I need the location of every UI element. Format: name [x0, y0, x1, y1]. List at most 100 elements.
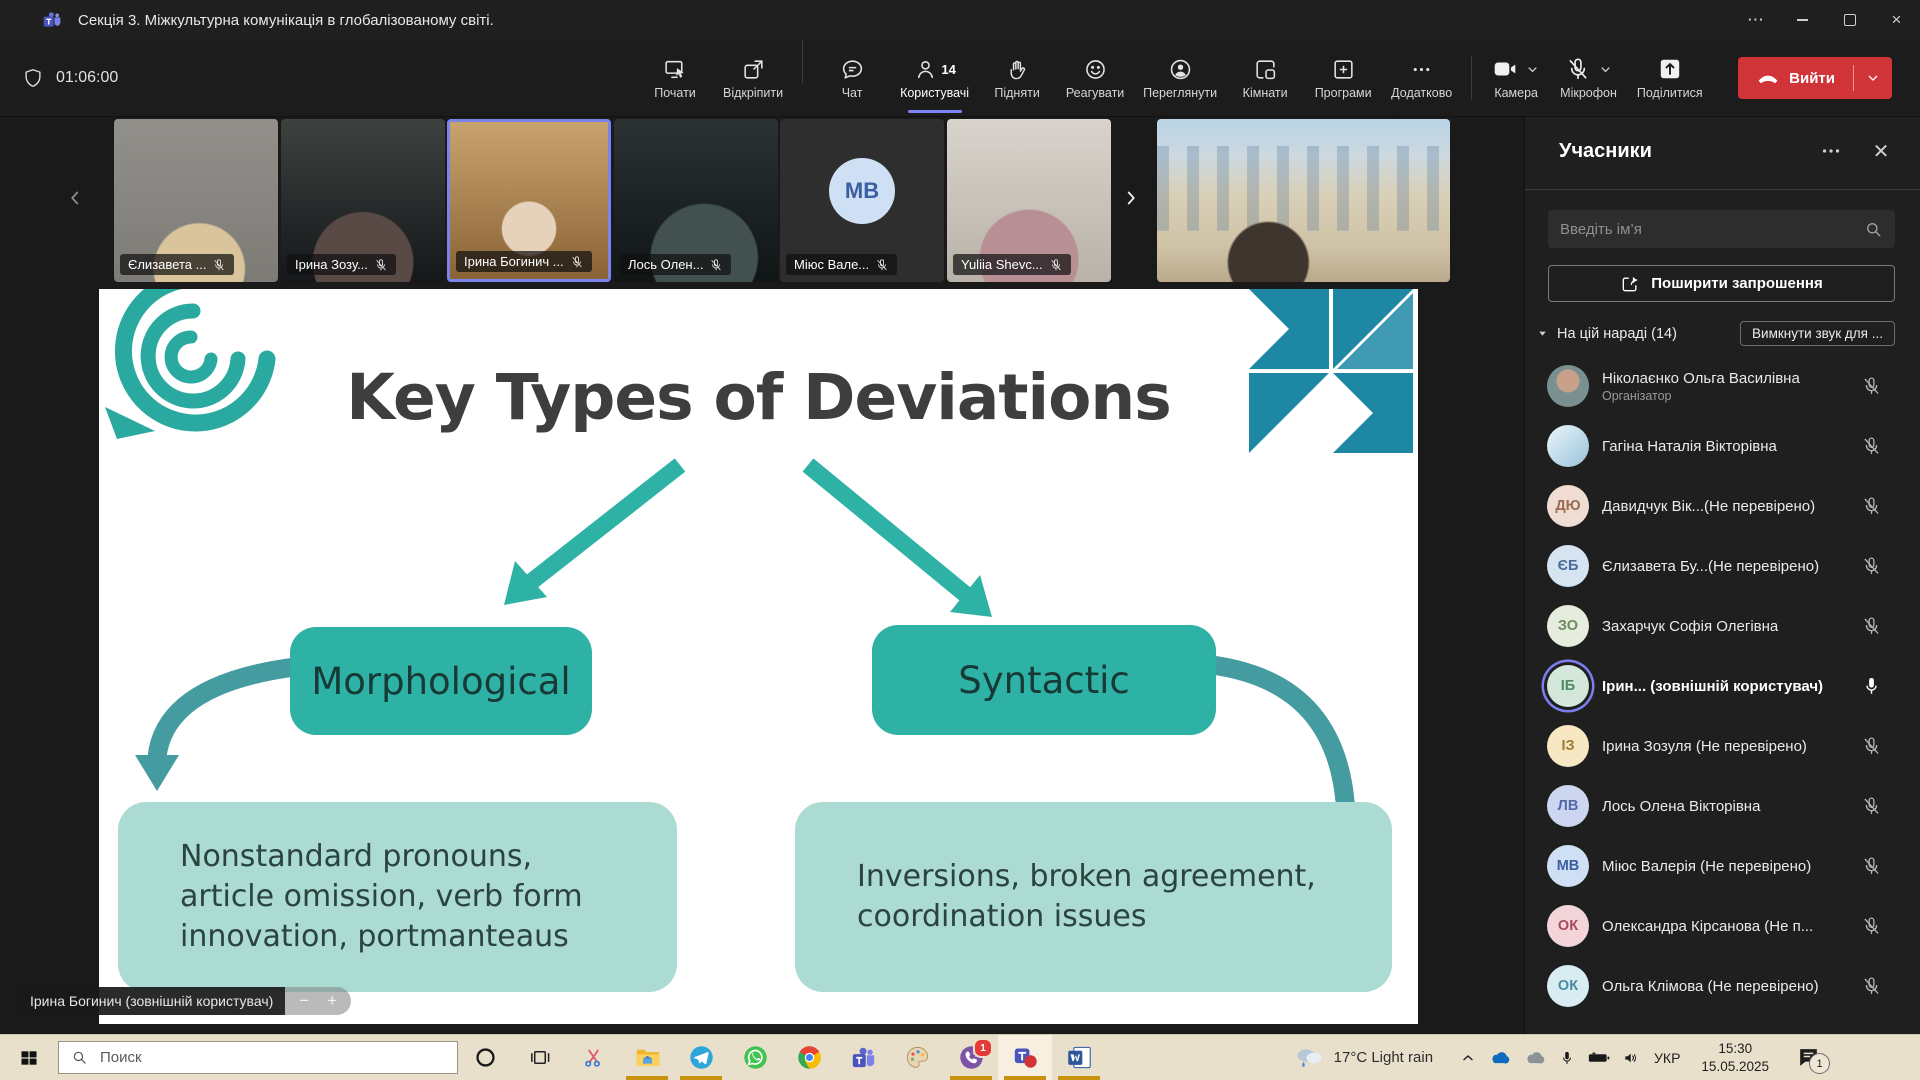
- share-invite-button[interactable]: Поширити запрошення: [1548, 265, 1895, 302]
- mic-muted-icon[interactable]: [1861, 856, 1882, 877]
- mic-active-icon[interactable]: [1861, 676, 1882, 697]
- leave-options-chevron[interactable]: [1854, 70, 1892, 86]
- participants-search-input[interactable]: [1548, 221, 1864, 238]
- participant-row[interactable]: ЛВЛось Олена Вікторівна: [1525, 776, 1920, 836]
- toolbar-button-label: Програми: [1315, 86, 1372, 100]
- toolbar-button-start[interactable]: Почати: [636, 40, 714, 116]
- battery-icon[interactable]: [1588, 1049, 1610, 1067]
- start-button[interactable]: [0, 1035, 58, 1080]
- video-tile-1[interactable]: Єлизавета ...: [114, 119, 278, 282]
- toolbar-button-label: Кімнати: [1243, 86, 1288, 100]
- taskview-button[interactable]: [512, 1035, 566, 1080]
- window-close-button[interactable]: ×: [1873, 0, 1920, 40]
- participant-row[interactable]: ІБІрин... (зовнішній користувач): [1525, 656, 1920, 716]
- toolbar-button-rooms[interactable]: Кімнати: [1226, 40, 1304, 116]
- mic-muted-icon[interactable]: [1861, 796, 1882, 817]
- taskbar-search-input[interactable]: [98, 1048, 457, 1067]
- share-button[interactable]: Поділитися: [1627, 56, 1713, 100]
- window-more-button[interactable]: ⋯: [1732, 0, 1779, 40]
- volume-icon[interactable]: [1623, 1050, 1639, 1066]
- participants-more-button[interactable]: [1818, 138, 1844, 164]
- participants-panel: Учасники ✕ Поширити запрошення На цій на…: [1524, 116, 1920, 1035]
- hidden-icons-chevron[interactable]: [1460, 1050, 1476, 1066]
- mic-button[interactable]: Мікрофон: [1550, 56, 1627, 100]
- present-icon: [663, 57, 688, 82]
- window-maximize-button[interactable]: [1826, 0, 1873, 40]
- participant-row[interactable]: МВМіюс Валерія (Не перевірено): [1525, 836, 1920, 896]
- participant-row[interactable]: ЗОЗахарчук Софія Олегівна: [1525, 596, 1920, 656]
- taskbar-app-word[interactable]: [1052, 1035, 1106, 1080]
- participant-row[interactable]: ДЮДавидчук Вік...(Не перевірено): [1525, 476, 1920, 536]
- tray-mic-icon[interactable]: [1559, 1050, 1575, 1066]
- taskbar-app-whatsapp[interactable]: [728, 1035, 782, 1080]
- camera-label: Камера: [1494, 86, 1538, 100]
- tile-participant-name: Ірина Зозу...: [295, 257, 368, 272]
- toolbar-button-unpin[interactable]: Відкріпити: [714, 40, 792, 116]
- filmstrip-next-button[interactable]: [1118, 178, 1144, 218]
- tile-participant-name: Ірина Богинич ...: [464, 254, 564, 269]
- title-bar: Секція 3. Міжкультурна комунікація в гло…: [0, 0, 1920, 40]
- zoom-out-button[interactable]: −: [299, 991, 309, 1011]
- mic-muted-icon[interactable]: [1861, 556, 1882, 577]
- participant-row[interactable]: ОКОльга Клімова (Не перевірено): [1525, 956, 1920, 1016]
- taskbar-clock[interactable]: 15:30 15.05.2025: [1701, 1040, 1769, 1075]
- toolbar-button-raise[interactable]: Підняти: [978, 40, 1056, 116]
- participant-row[interactable]: ОКОлександра Кірсанова (Не п...: [1525, 896, 1920, 956]
- camera-devices-chevron[interactable]: [1525, 62, 1540, 77]
- toolbar-button-apps[interactable]: Програми: [1304, 40, 1382, 116]
- taskbar-app-teams-classic[interactable]: [836, 1035, 890, 1080]
- video-tile-6[interactable]: Yuliia Shevc...: [947, 119, 1111, 282]
- notification-center-button[interactable]: 1: [1788, 1035, 1828, 1080]
- taskbar-app-explorer[interactable]: [620, 1035, 674, 1080]
- taskbar-app-paint[interactable]: [890, 1035, 944, 1080]
- mic-muted-icon[interactable]: [1861, 976, 1882, 997]
- cloud-sync-icon[interactable]: [1524, 1049, 1546, 1067]
- taskbar-app-chrome[interactable]: [782, 1035, 836, 1080]
- zoom-in-button[interactable]: +: [327, 991, 337, 1011]
- video-tile-4[interactable]: Лось Олен...: [614, 119, 778, 282]
- video-tile-2[interactable]: Ірина Зозу...: [281, 119, 445, 282]
- filmstrip-prev-button[interactable]: [62, 178, 88, 218]
- toolbar-button-label: Почати: [654, 86, 696, 100]
- participant-row[interactable]: ІЗІрина Зозуля (Не перевірено): [1525, 716, 1920, 776]
- toolbar-button-view[interactable]: Переглянути: [1134, 40, 1226, 116]
- mic-muted-icon[interactable]: [1861, 916, 1882, 937]
- taskbar-app-teams-new[interactable]: [998, 1035, 1052, 1080]
- participants-search[interactable]: [1548, 210, 1895, 248]
- running-indicator: [950, 1076, 992, 1080]
- spotlight-video-tile[interactable]: [1157, 119, 1450, 282]
- toolbar-button-people[interactable]: 14Користувачі: [891, 40, 978, 116]
- toolbar-button-label: Користувачі: [900, 86, 969, 100]
- toolbar-button-label: Чат: [842, 86, 863, 100]
- video-tile-5[interactable]: MBМіюс Вале...: [780, 119, 944, 282]
- participant-row[interactable]: ЄБЄлизавета Бу...(Не перевірено): [1525, 536, 1920, 596]
- taskbar-weather[interactable]: 17°C Light rain: [1293, 1045, 1433, 1070]
- participant-row[interactable]: Ніколаєнко Ольга ВасилівнаОрганізатор: [1525, 356, 1920, 416]
- toolbar-button-more[interactable]: Додатково: [1382, 40, 1461, 116]
- camera-button[interactable]: Камера: [1482, 56, 1550, 100]
- leave-button[interactable]: Вийти: [1738, 57, 1892, 99]
- section-collapse-caret[interactable]: [1537, 328, 1548, 339]
- participant-avatar: ІБ: [1547, 665, 1589, 707]
- mic-muted-icon[interactable]: [1861, 496, 1882, 517]
- taskbar-search[interactable]: [58, 1041, 458, 1074]
- mic-muted-icon[interactable]: [1861, 736, 1882, 757]
- participant-row[interactable]: Гагіна Наталія Вікторівна: [1525, 416, 1920, 476]
- cortana-button[interactable]: [458, 1035, 512, 1080]
- taskbar-app-viber[interactable]: 1: [944, 1035, 998, 1080]
- window-minimize-button[interactable]: [1779, 0, 1826, 40]
- language-indicator[interactable]: УКР: [1654, 1050, 1680, 1066]
- toolbar-button-react[interactable]: Реагувати: [1056, 40, 1134, 116]
- video-tile-3[interactable]: Ірина Богинич ...: [447, 119, 611, 282]
- taskbar-app-telegram[interactable]: [674, 1035, 728, 1080]
- mute-all-button[interactable]: Вимкнути звук для ...: [1740, 321, 1895, 346]
- onedrive-icon[interactable]: [1489, 1049, 1511, 1067]
- snip-button[interactable]: [566, 1035, 620, 1080]
- toolbar-button-chat[interactable]: Чат: [813, 40, 891, 116]
- mic-devices-chevron[interactable]: [1598, 62, 1613, 77]
- mic-muted-icon[interactable]: [1861, 376, 1882, 397]
- chat-icon: [840, 57, 865, 82]
- mic-muted-icon[interactable]: [1861, 616, 1882, 637]
- participants-close-button[interactable]: ✕: [1868, 138, 1894, 164]
- mic-muted-icon[interactable]: [1861, 436, 1882, 457]
